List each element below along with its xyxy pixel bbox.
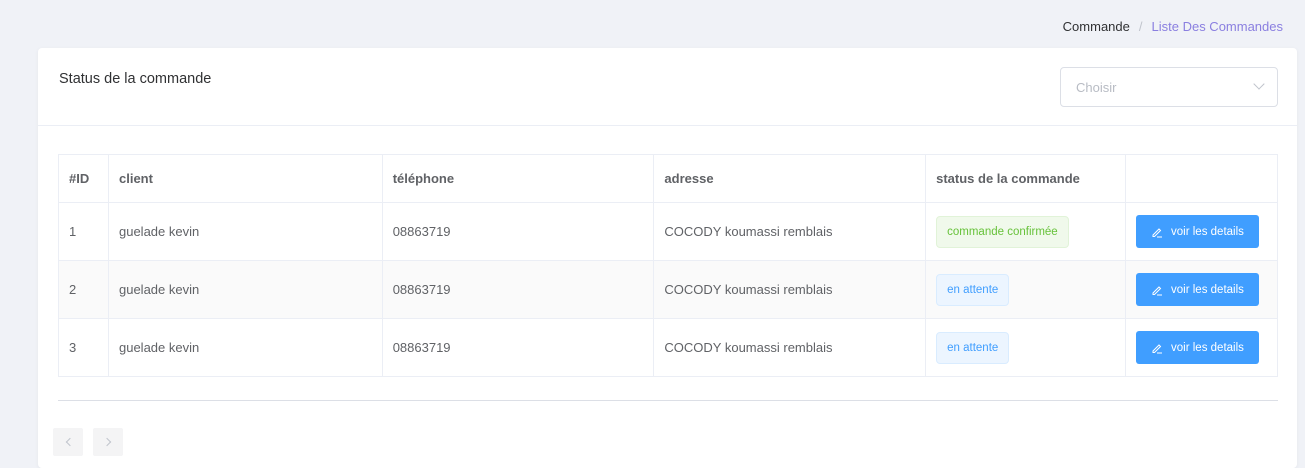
edit-icon	[1152, 343, 1163, 353]
status-select[interactable]: Choisir	[1060, 67, 1278, 107]
view-details-button[interactable]: voir les details	[1135, 331, 1259, 364]
chevron-left-icon	[65, 437, 74, 447]
cell-address: COCODY koumassi remblais	[653, 260, 927, 319]
header-status: status de la commande	[925, 154, 1126, 203]
cell-id: 1	[58, 202, 109, 261]
orders-table: #ID client téléphone adresse status de l…	[58, 154, 1279, 377]
chevron-down-icon	[1253, 78, 1265, 90]
view-details-button[interactable]: voir les details	[1135, 215, 1259, 248]
breadcrumb-item-commande[interactable]: Commande	[1063, 19, 1130, 34]
cell-id: 2	[58, 260, 109, 319]
status-badge: en attente	[936, 331, 1010, 364]
cell-status: en attente	[925, 260, 1126, 319]
cell-status: commande confirmée	[925, 202, 1126, 261]
cell-id: 3	[58, 318, 109, 377]
cell-status: en attente	[925, 318, 1126, 377]
table-row: 3 guelade kevin 08863719 COCODY koumassi…	[58, 318, 1279, 377]
status-badge: en attente	[936, 273, 1010, 306]
header-address: adresse	[653, 154, 927, 203]
cell-client: guelade kevin	[107, 202, 383, 261]
cell-client: guelade kevin	[107, 260, 383, 319]
view-details-button[interactable]: voir les details	[1135, 273, 1259, 306]
cell-action: voir les details	[1124, 318, 1279, 377]
cell-phone: 08863719	[381, 202, 655, 261]
cell-phone: 08863719	[381, 260, 655, 319]
header-action	[1124, 154, 1279, 203]
breadcrumb: Commande / Liste Des Commandes	[1063, 19, 1283, 34]
cell-client: guelade kevin	[107, 318, 383, 377]
status-badge: commande confirmée	[936, 215, 1069, 248]
view-details-label: voir les details	[1171, 283, 1244, 296]
table-header-row: #ID client téléphone adresse status de l…	[58, 154, 1279, 203]
cell-address: COCODY koumassi remblais	[653, 318, 927, 377]
breadcrumb-item-liste[interactable]: Liste Des Commandes	[1152, 19, 1284, 34]
edit-icon	[1152, 227, 1163, 237]
chevron-right-icon	[102, 437, 111, 447]
table-row: 1 guelade kevin 08863719 COCODY koumassi…	[58, 202, 1279, 261]
cell-address: COCODY koumassi remblais	[653, 202, 927, 261]
view-details-label: voir les details	[1171, 341, 1244, 354]
breadcrumb-separator: /	[1138, 19, 1143, 34]
view-details-label: voir les details	[1171, 225, 1244, 238]
header-client: client	[107, 154, 383, 203]
pagination-next-button[interactable]	[93, 428, 123, 456]
cell-action: voir les details	[1124, 202, 1279, 261]
divider	[58, 400, 1278, 401]
card-title: Status de la commande	[59, 71, 212, 87]
pagination-prev-button[interactable]	[53, 428, 83, 456]
orders-card: Status de la commande Choisir #ID client…	[38, 48, 1297, 468]
cell-action: voir les details	[1124, 260, 1279, 319]
select-placeholder: Choisir	[1076, 80, 1117, 95]
card-header: Status de la commande Choisir	[38, 48, 1297, 126]
header-phone: téléphone	[381, 154, 655, 203]
cell-phone: 08863719	[381, 318, 655, 377]
table-row: 2 guelade kevin 08863719 COCODY koumassi…	[58, 260, 1279, 319]
edit-icon	[1152, 285, 1163, 295]
header-id: #ID	[58, 154, 109, 203]
